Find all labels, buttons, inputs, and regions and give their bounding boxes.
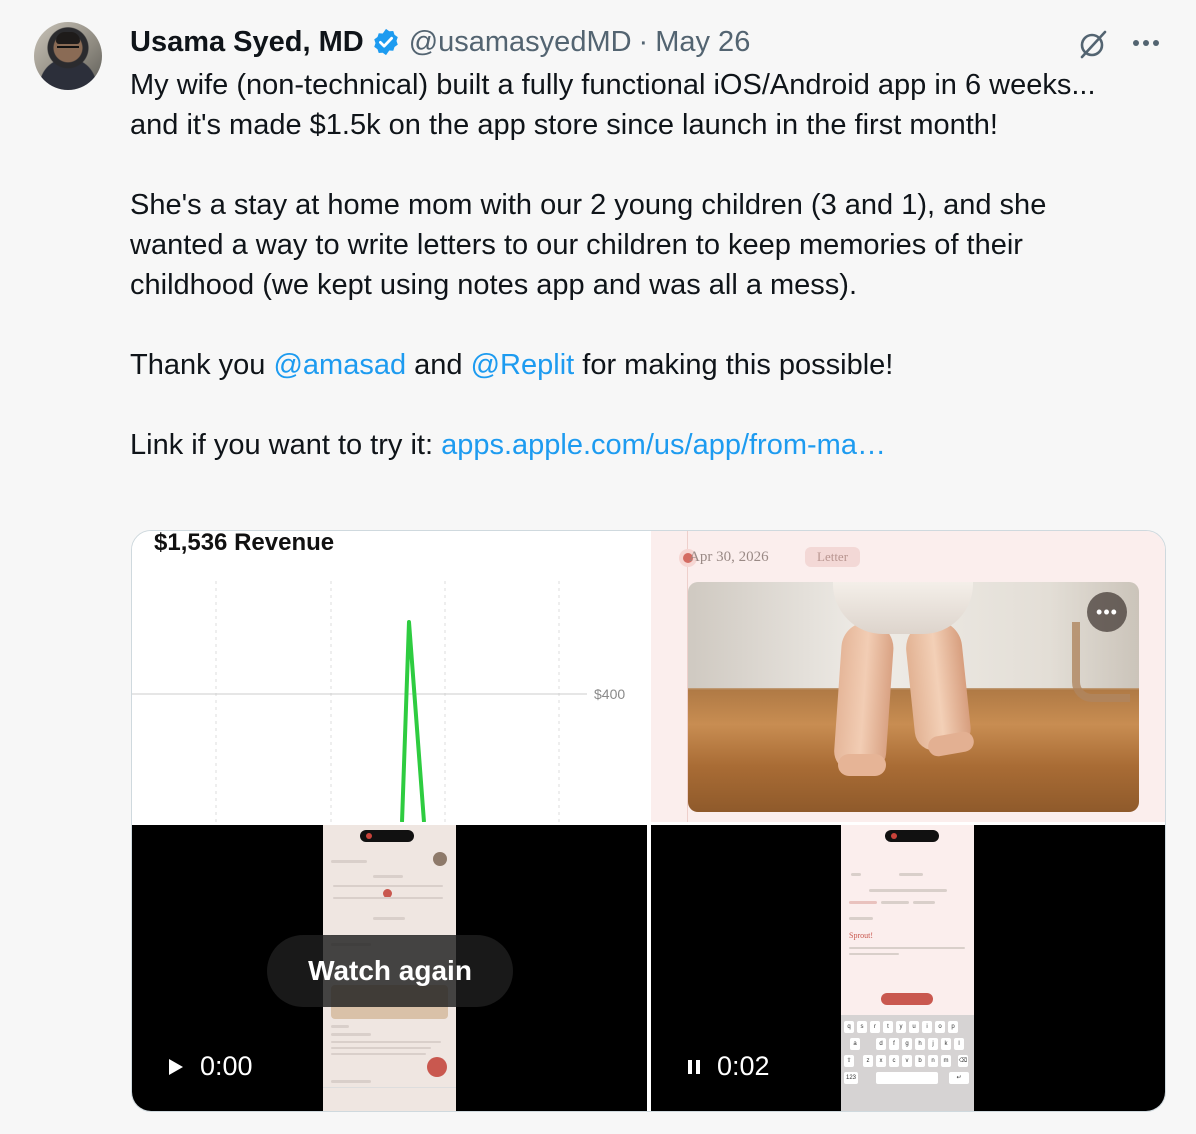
mention-amasad[interactable]: @amasad	[273, 349, 406, 381]
more-icon[interactable]	[1129, 29, 1163, 57]
verified-badge-icon	[373, 28, 398, 56]
separator-dot: ·	[638, 25, 649, 58]
tweet-paragraph: She's a stay at home mom with our 2 youn…	[130, 189, 1047, 301]
tweet-paragraph: Thank you @amasad and @Replit for making…	[130, 349, 894, 381]
play-icon[interactable]	[168, 1058, 184, 1076]
tweet-paragraph: My wife (non-technical) built a fully fu…	[130, 69, 1096, 141]
avatar[interactable]	[34, 22, 102, 90]
author-name[interactable]: Usama Syed, MD	[130, 26, 364, 59]
watch-again-button[interactable]: Watch again	[267, 935, 513, 1007]
phone-screen-recording: Sprout! q s r t y u i o p a d f g h j k …	[841, 825, 974, 1111]
tweet-paragraph: Link if you want to try it: apps.apple.c…	[130, 429, 886, 461]
baby-photo: •••	[688, 582, 1139, 812]
video-time-1: 0:00	[200, 1051, 253, 1081]
media-grid: $400 $1,536 Revenue Apr 30, 2026 Letter …	[131, 530, 1166, 1112]
pause-icon[interactable]	[687, 1059, 701, 1075]
photo-more-icon: •••	[1087, 592, 1127, 632]
grok-icon[interactable]	[1077, 28, 1109, 60]
revenue-chart: $400	[132, 581, 625, 822]
app-entry-image[interactable]: Apr 30, 2026 Letter •••	[651, 531, 1165, 822]
revenue-series-line	[400, 620, 426, 822]
ytick-label: $400	[594, 686, 625, 702]
video-player-1[interactable]: Watch again 0:00	[132, 825, 647, 1111]
tweet-header: Usama Syed, MD @usamasyedMD · May 26	[130, 22, 750, 62]
author-handle[interactable]: @usamasyedMD	[409, 26, 632, 59]
tweet: Usama Syed, MD @usamasyedMD · May 26 My …	[0, 0, 1196, 1134]
revenue-chart-image[interactable]: $400 $1,536 Revenue	[132, 531, 647, 822]
tweet-date[interactable]: May 26	[655, 26, 750, 59]
tweet-text: My wife (non-technical) built a fully fu…	[130, 65, 1110, 465]
mention-replit[interactable]: @Replit	[471, 349, 575, 381]
app-store-link[interactable]: apps.apple.com/us/app/from-ma…	[441, 429, 886, 461]
entry-date: Apr 30, 2026	[689, 549, 769, 565]
video-controls-1: 0:00	[168, 1051, 253, 1082]
video-time-2: 0:02	[717, 1051, 770, 1081]
revenue-title: $1,536 Revenue	[154, 531, 335, 556]
entry-badge: Letter	[805, 547, 861, 567]
video-player-2[interactable]: Sprout! q s r t y u i o p a d f g h j k …	[651, 825, 1165, 1111]
video-controls-2: 0:02	[687, 1051, 770, 1082]
